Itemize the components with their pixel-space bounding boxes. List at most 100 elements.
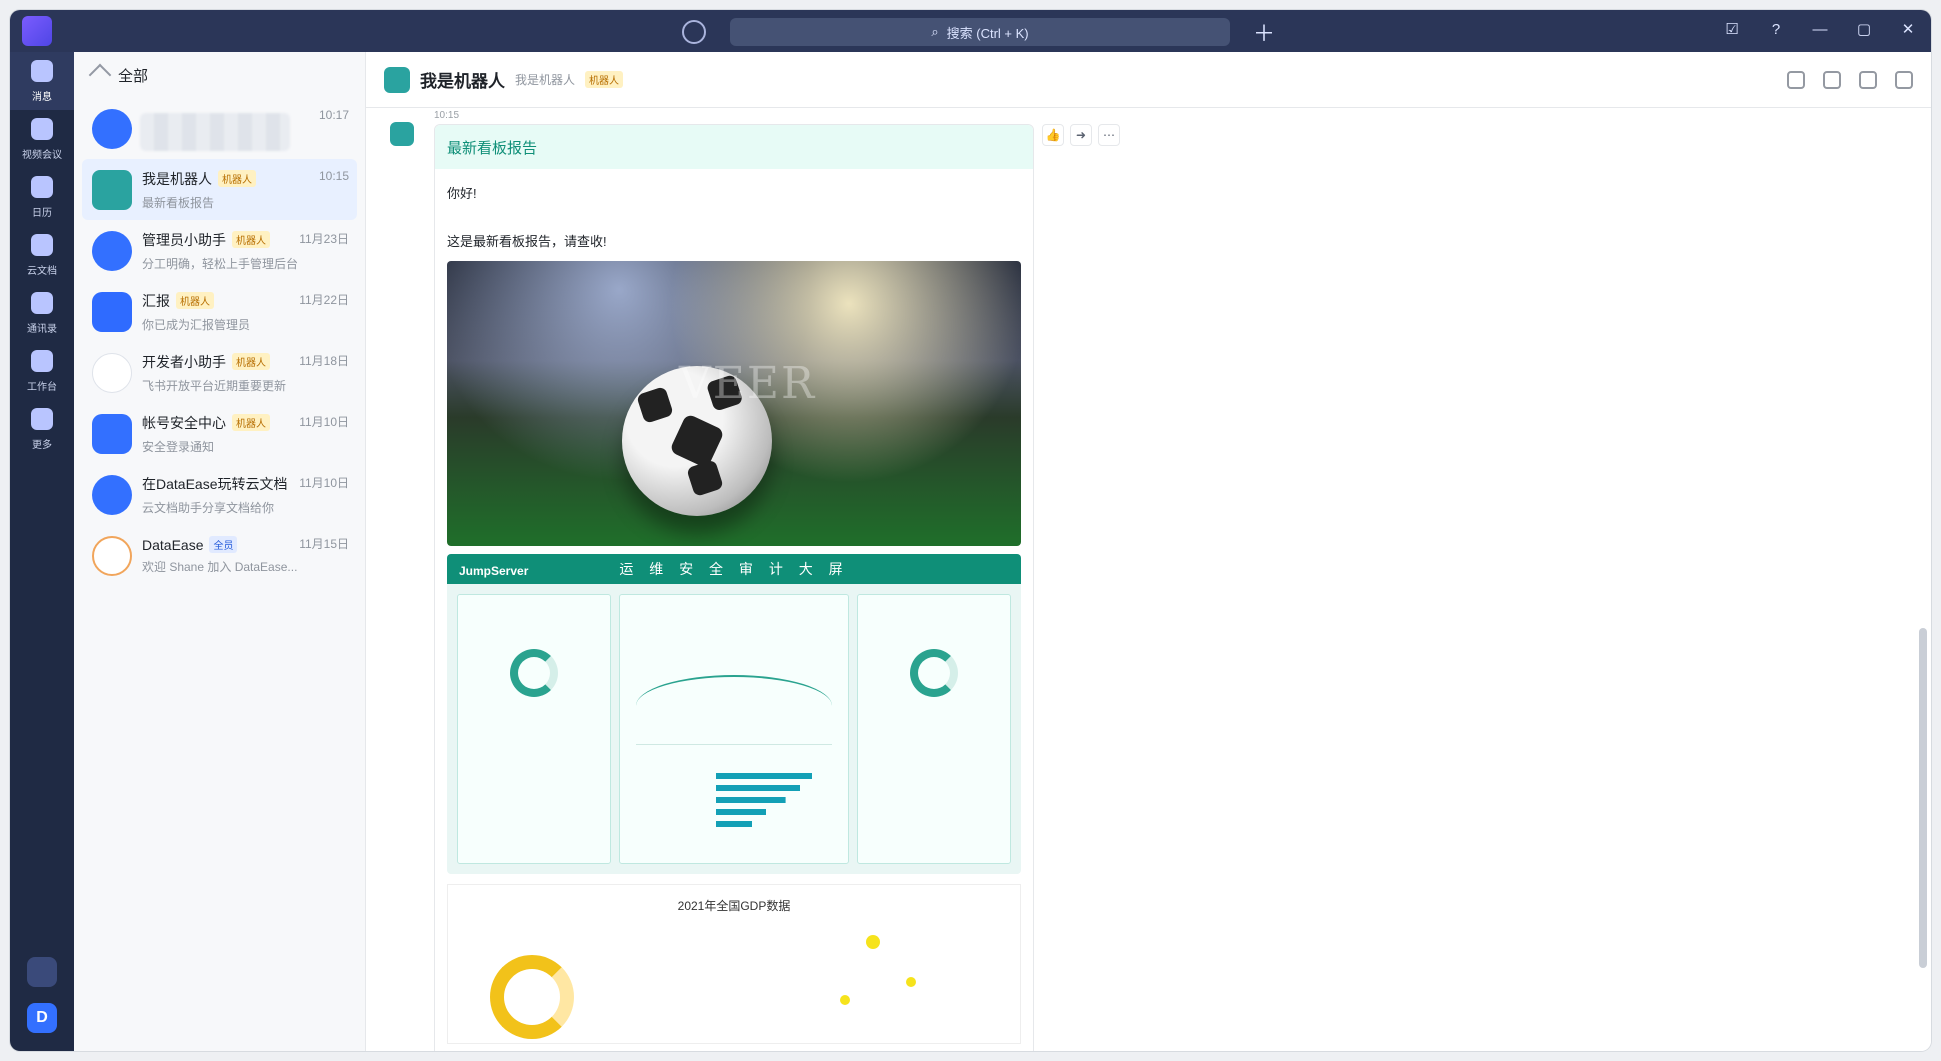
new-plus-button[interactable]: ＋ [1250, 18, 1278, 46]
chat-tag: 机器人 [176, 292, 214, 309]
rail-label: 云文档 [27, 265, 57, 277]
chat-title: 我是机器人 [420, 72, 505, 91]
soccer-image[interactable]: VEER [447, 261, 1021, 546]
chat-item-security[interactable]: 帐号安全中心 机器人 安全登录通知 11月10日 [82, 403, 357, 464]
line-chart [635, 665, 833, 745]
settings-icon[interactable] [1895, 70, 1913, 89]
gdp-dot [906, 977, 916, 987]
chat-item-dev-assistant[interactable]: 开发者小助手 机器人 飞书开放平台近期重要更新 11月18日 [82, 342, 357, 403]
history-icon[interactable] [682, 20, 706, 44]
message-time: 10:15 [434, 110, 460, 121]
rail-item-more[interactable]: 更多 [10, 400, 74, 458]
chat-item-admin-assistant[interactable]: 管理员小助手 机器人 分工明确，轻松上手管理后台 11月23日 [82, 220, 357, 281]
profile-avatar[interactable]: D [27, 1003, 57, 1033]
chat-preview: 你已成为汇报管理员 [142, 317, 251, 332]
chat-time: 11月18日 [299, 354, 349, 368]
rail-item-calendar[interactable]: 日历 [10, 168, 74, 226]
chat-name: 帐号安全中心 [142, 414, 226, 431]
doc-avatar-icon [92, 474, 132, 515]
dashboard-grid [457, 594, 1011, 864]
more-icon [31, 407, 53, 430]
code-avatar-icon [92, 352, 132, 393]
rail-label: 日历 [32, 207, 52, 219]
chat-time: 11月22日 [299, 293, 349, 307]
chat-header: 我是机器人 我是机器人 机器人 [366, 52, 1931, 108]
report-card: 最新看板报告 你好! 这是最新看板报告，请查收! VEER JumpServer [434, 124, 1034, 1051]
chat-time: 11月23日 [299, 232, 349, 246]
chat-badge: 机器人 [585, 71, 624, 88]
search-bar[interactable]: ⌕ 搜索 (Ctrl + K) [730, 18, 1230, 46]
rail-item-video[interactable]: 视频会议 [10, 110, 74, 168]
chat-preview: 安全登录通知 [142, 439, 215, 454]
message-area: 10:15 最新看板报告 你好! 这是最新看板报告，请查收! VEER Jump… [366, 108, 1931, 1051]
chat-item-blurred[interactable]: 10:17 [82, 98, 357, 159]
chat-icon [31, 59, 53, 82]
close-button[interactable]: ✕ [1897, 18, 1919, 40]
calendar-icon [31, 175, 53, 198]
rail-label: 视频会议 [22, 149, 62, 161]
minimize-button[interactable]: — [1809, 18, 1831, 40]
scrollbar[interactable] [1919, 628, 1927, 968]
watermark-text: VEER [679, 358, 817, 409]
chat-item-report[interactable]: 汇报 机器人 你已成为汇报管理员 11月22日 [82, 281, 357, 342]
chat-preview: 最新看板报告 [142, 195, 215, 210]
chat-name: DataEase [142, 536, 204, 553]
search-in-chat-icon[interactable] [1787, 70, 1805, 89]
rail-item-messages[interactable]: 消息 [10, 52, 74, 110]
notification-icon[interactable]: ☑ [1721, 18, 1743, 40]
chat-item-dataease[interactable]: DataEase 全员 欢迎 Shane 加入 DataEase... 11月1… [82, 525, 357, 586]
report-avatar-icon [92, 291, 132, 332]
dashboard-panel-left [457, 594, 611, 864]
forward-icon[interactable]: ➜ [1070, 124, 1092, 146]
window-controls: ☑ ? — ▢ ✕ [1721, 18, 1919, 40]
chat-subtitle: 我是机器人 [515, 73, 576, 87]
chat-list: 全部 10:17 我是机器人 机器人 最新看板报告 10:15 管理员小助手 机… [74, 52, 366, 1051]
app-logo[interactable] [22, 16, 52, 46]
left-rail: 消息 视频会议 日历 云文档 通讯录 工作台 更多 D [10, 52, 74, 1051]
chat-tag: 机器人 [232, 353, 270, 370]
chat-list-header[interactable]: 全部 [74, 52, 365, 98]
chat-info-icon[interactable] [1823, 70, 1841, 89]
chat-preview: 飞书开放平台近期重要更新 [142, 378, 287, 393]
rail-item-contacts[interactable]: 通讯录 [10, 284, 74, 342]
rail-bottom: D [10, 957, 74, 1033]
like-icon[interactable]: 👍 [1042, 124, 1064, 146]
gdp-dot [840, 995, 850, 1005]
dashboard-title: 运 维 安 全 审 计 大 屏 [619, 561, 849, 577]
chat-main: 我是机器人 我是机器人 机器人 10:15 最新看板报告 你好! 这是最新看板报… [366, 52, 1931, 1051]
card-line-1: 你好! [447, 186, 477, 201]
rail-item-docs[interactable]: 云文档 [10, 226, 74, 284]
chat-row: 我是机器人 机器人 [142, 169, 347, 189]
chat-name: 汇报 [142, 292, 170, 309]
top-bar: ⌕ 搜索 (Ctrl + K) ＋ ☑ ? — ▢ ✕ [10, 10, 1931, 52]
gdp-image[interactable]: 2021年全国GDP数据 [447, 884, 1021, 1044]
dashboard-panel-right [857, 594, 1011, 864]
help-icon[interactable]: ? [1765, 18, 1787, 40]
tasks-icon[interactable] [1859, 70, 1877, 89]
card-line-2: 这是最新看板报告，请查收! [447, 234, 607, 249]
chat-preview: 欢迎 Shane 加入 DataEase... [142, 560, 298, 574]
chat-tag: 机器人 [218, 170, 256, 187]
group-avatar-icon [92, 535, 132, 576]
rail-label: 消息 [32, 91, 52, 103]
chat-list-title: 全部 [118, 67, 149, 85]
rail-label: 更多 [32, 439, 52, 451]
chat-preview: 分工明确，轻松上手管理后台 [142, 256, 299, 271]
rail-item-workspace[interactable]: 工作台 [10, 342, 74, 400]
lark-icon[interactable] [27, 957, 57, 987]
chat-tag: 机器人 [232, 414, 270, 431]
dashboard-image[interactable]: JumpServer 运 维 安 全 审 计 大 屏 [447, 554, 1021, 874]
message-actions: 👍 ➜ ⋯ [1042, 124, 1120, 146]
chat-item-robot[interactable]: 我是机器人 机器人 最新看板报告 10:15 [82, 159, 357, 220]
video-icon [31, 117, 53, 140]
gdp-title: 2021年全国GDP数据 [677, 899, 791, 913]
maximize-button[interactable]: ▢ [1853, 18, 1875, 40]
chat-name: 我是机器人 [142, 170, 212, 187]
more-actions-icon[interactable]: ⋯ [1098, 124, 1120, 146]
search-placeholder: 搜索 (Ctrl + K) [946, 25, 1029, 41]
chat-item-dataease-docs[interactable]: 在DataEase玩转云文档 云文档助手分享文档给你 11月10日 [82, 464, 357, 525]
chat-preview: 云文档助手分享文档给你 [142, 500, 275, 515]
soccer-stadium-image: VEER [447, 261, 1021, 546]
apps-icon [31, 349, 53, 372]
